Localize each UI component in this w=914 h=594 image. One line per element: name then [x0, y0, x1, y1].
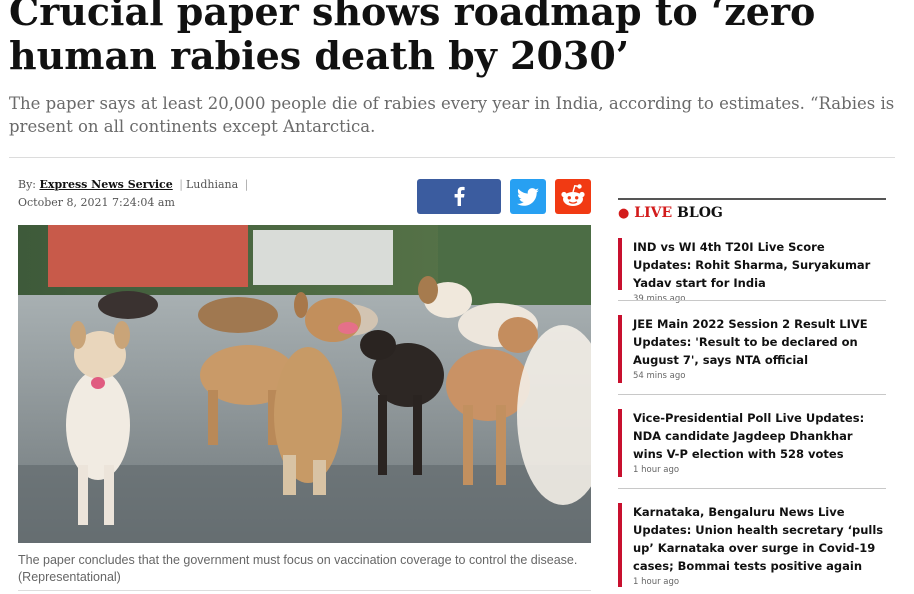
facebook-share-button[interactable] [417, 179, 501, 214]
article-photo [18, 225, 591, 543]
byline-prefix: By: [18, 178, 37, 191]
article-headline: Crucial paper shows roadmap to ‘zero hum… [9, 0, 816, 78]
live-item-accent-bar [618, 409, 622, 477]
facebook-icon [454, 186, 465, 206]
author-link[interactable]: Express News Service [40, 178, 173, 191]
reddit-share-button[interactable] [555, 179, 591, 214]
byline-separator: | [244, 178, 249, 191]
caption-divider [18, 590, 591, 591]
live-item-title[interactable]: Vice-Presidential Poll Live Updates: NDA… [633, 409, 886, 463]
live-blog-item[interactable]: JEE Main 2022 Session 2 Result LIVE Upda… [618, 315, 886, 383]
live-item-time: 1 hour ago [633, 577, 680, 587]
photo-caption: The paper concludes that the government … [18, 553, 578, 584]
twitter-share-button[interactable] [510, 179, 546, 214]
live-item-time: 1 hour ago [633, 465, 680, 475]
live-label: LIVE [634, 205, 673, 221]
byline-datetime: October 8, 2021 7:24:04 am [18, 196, 175, 209]
reddit-icon [561, 184, 585, 206]
twitter-icon [517, 188, 539, 206]
stray-dogs-photo [18, 225, 591, 543]
blog-label: BLOG [677, 205, 723, 221]
live-blog-item[interactable]: IND vs WI 4th T20I Live Score Updates: R… [618, 238, 886, 304]
live-item-accent-bar [618, 315, 622, 383]
live-blog-rule [618, 198, 886, 200]
live-blog-heading: ● LIVE BLOG [618, 203, 723, 224]
live-item-time: 54 mins ago [633, 371, 686, 381]
live-item-accent-bar [618, 503, 622, 587]
article-synopsis: The paper says at least 20,000 people di… [9, 94, 895, 136]
live-item-time: 39 mins ago [633, 294, 686, 304]
live-item-title[interactable]: IND vs WI 4th T20I Live Score Updates: R… [633, 238, 886, 292]
live-item-title[interactable]: JEE Main 2022 Session 2 Result LIVE Upda… [633, 315, 886, 369]
live-blog-item[interactable]: Karnataka, Bengaluru News Live Updates: … [618, 503, 886, 587]
live-dot-icon: ● [618, 206, 630, 221]
live-item-divider [618, 394, 886, 395]
live-item-title[interactable]: Karnataka, Bengaluru News Live Updates: … [633, 503, 886, 575]
byline-location: Ludhiana [185, 178, 239, 191]
byline-separator: | [179, 178, 183, 191]
live-item-accent-bar [618, 238, 622, 290]
live-item-divider [618, 300, 886, 301]
byline: By: Express News Service | Ludhiana | Oct… [18, 176, 398, 212]
header-divider [9, 157, 895, 158]
live-blog-item[interactable]: Vice-Presidential Poll Live Updates: NDA… [618, 409, 886, 477]
live-item-divider [618, 488, 886, 489]
